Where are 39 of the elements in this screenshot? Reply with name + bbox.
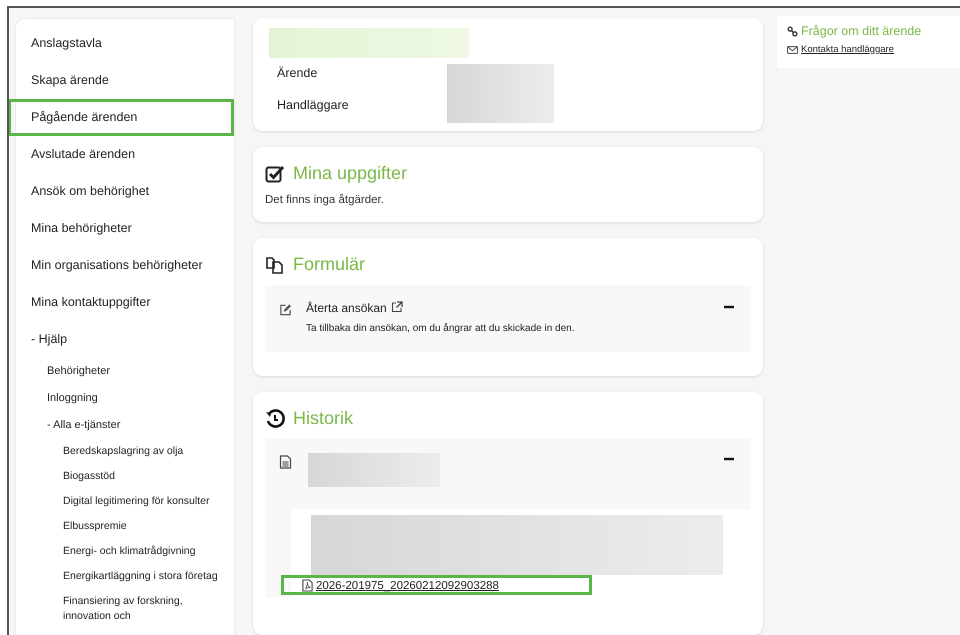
panel-title: Frågor om ditt ärende: [801, 24, 922, 38]
nav-item[interactable]: Skapa ärende: [9, 62, 234, 99]
field-label: Handläggare: [277, 98, 349, 112]
nav-item[interactable]: Ansök om behörighet: [9, 173, 234, 210]
nav-item[interactable]: Elbusspremie: [9, 514, 234, 539]
link-icon: [787, 26, 798, 36]
section-title: Historik: [293, 408, 354, 429]
field-label: Ärende: [277, 66, 318, 80]
nav-item[interactable]: Avslutade ärenden: [9, 136, 234, 173]
edit-icon: [279, 303, 292, 317]
documents-icon: [265, 254, 285, 274]
nav-item[interactable]: Digital legitimering för konsulter: [9, 489, 234, 514]
history-icon: [265, 408, 285, 428]
section-title: Mina uppgifter: [293, 163, 408, 184]
nav-item[interactable]: Beredskapslagring av olja: [9, 439, 234, 464]
nav-item[interactable]: Inloggning: [9, 385, 234, 412]
document-icon: [279, 455, 292, 469]
nav-item[interactable]: Biogasstöd: [9, 464, 234, 489]
envelope-icon: [787, 46, 798, 54]
nav-item[interactable]: Mina behörigheter: [9, 210, 234, 247]
contact-link[interactable]: Kontakta handläggare: [787, 44, 894, 55]
form-link[interactable]: Återta ansökan: [306, 301, 387, 315]
file-link[interactable]: 2026-201975_20260212092903288: [281, 575, 592, 595]
nav-item[interactable]: Pågående ärenden: [9, 99, 234, 136]
section-title: Formulär: [293, 254, 366, 275]
form-description: Ta tillbaka din ansökan, om du ångrar att du skickade in den.: [306, 323, 576, 334]
checkbox-icon: [265, 164, 285, 184]
nav-item[interactable]: Energi- och klimatrådgivning: [9, 539, 234, 564]
nav-item[interactable]: Min organisations behörigheter: [9, 247, 234, 284]
nav-item[interactable]: Finansiering av forskning, innovation och: [9, 589, 234, 629]
external-link-icon: [390, 301, 403, 313]
nav-item[interactable]: Behörigheter: [9, 358, 234, 385]
nav-item[interactable]: - Alla e-tjänster: [9, 412, 234, 439]
pdf-file-icon: [302, 579, 313, 592]
empty-message: Det finns inga åtgärder.: [265, 194, 385, 206]
nav-item[interactable]: Anslagstavla: [9, 25, 234, 62]
nav-item[interactable]: - Hjälp: [9, 321, 234, 358]
nav-item[interactable]: Mina kontaktuppgifter: [9, 284, 234, 321]
nav-item[interactable]: Energikartläggning i stora företag: [9, 564, 234, 589]
